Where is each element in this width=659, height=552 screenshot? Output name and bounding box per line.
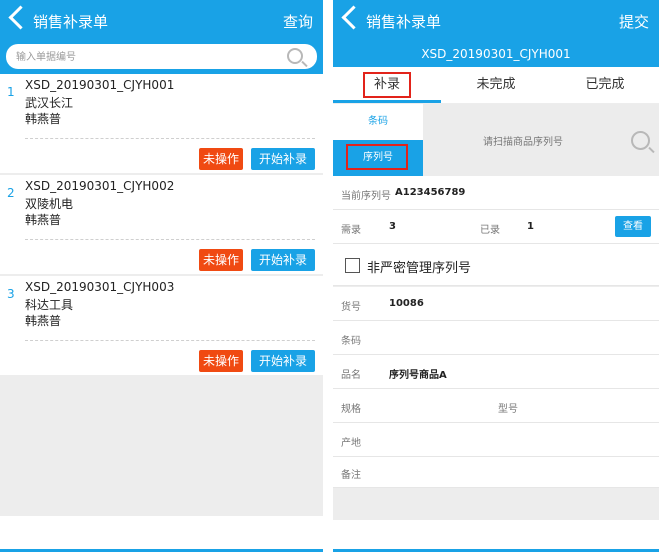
order-person: 韩燕普	[25, 314, 62, 328]
done-label: 已录	[480, 225, 500, 236]
current-serial-row: 当前序列号 A123456789	[333, 176, 659, 210]
huohao-value: 10086	[389, 298, 424, 309]
back-arrow-icon[interactable]	[341, 5, 366, 30]
need-value: 3	[389, 221, 396, 232]
done-value: 1	[527, 221, 534, 232]
order-index: 3	[7, 287, 15, 301]
bottom-area	[0, 516, 323, 552]
search-icon[interactable]	[631, 131, 650, 150]
submit-button[interactable]: 提交	[619, 11, 649, 32]
search-bar	[0, 41, 323, 74]
order-company: 武汉长江	[25, 96, 74, 110]
view-button[interactable]: 查看	[615, 216, 651, 237]
field-row: 备注	[333, 457, 659, 488]
entry-detail-screen: 销售补录单 提交 XSD_20190301_CJYH001 补录 未完成 已完成…	[333, 0, 659, 552]
tab-complete[interactable]: 已完成	[551, 67, 659, 103]
scan-mode-switch: 条码 序列号	[333, 104, 423, 176]
order-list-screen: 销售补录单 查询 1 XSD_20190301_CJYH001 武汉长江 韩燕普…	[0, 0, 323, 552]
order-card[interactable]: 3 XSD_20190301_CJYH003 科达工具 韩燕普 未操作 开始补录	[0, 276, 323, 375]
mode-barcode[interactable]: 条码	[333, 104, 423, 140]
page-title: 销售补录单	[366, 13, 442, 31]
current-serial-value: A123456789	[395, 187, 466, 198]
status-badge: 未操作	[199, 249, 243, 271]
order-person: 韩燕普	[25, 112, 62, 126]
active-tab-indicator	[333, 100, 441, 103]
bottom-area	[333, 520, 659, 552]
start-entry-button[interactable]: 开始补录	[251, 148, 315, 170]
xinghao-label: 型号	[498, 404, 518, 415]
highlight-box	[346, 144, 408, 170]
top-bar: 销售补录单 提交	[333, 0, 659, 41]
barcode-label: 条码	[341, 336, 361, 347]
status-badge: 未操作	[199, 350, 243, 372]
scan-hint: 请扫描商品序列号	[483, 137, 563, 148]
nonsecret-checkbox[interactable]	[345, 258, 360, 273]
nonsecret-row[interactable]: 非严密管理序列号	[333, 244, 659, 286]
start-entry-button[interactable]: 开始补录	[251, 350, 315, 372]
beizhu-label: 备注	[341, 470, 361, 481]
order-code: XSD_20190301_CJYH001	[25, 78, 175, 92]
order-code: XSD_20190301_CJYH003	[25, 280, 175, 294]
order-number-input[interactable]	[14, 48, 268, 67]
guige-label: 规格	[341, 404, 361, 415]
start-entry-button[interactable]: 开始补录	[251, 249, 315, 271]
search-icon[interactable]	[287, 48, 303, 64]
order-card[interactable]: 1 XSD_20190301_CJYH001 武汉长江 韩燕普 未操作 开始补录	[0, 74, 323, 173]
divider	[25, 138, 315, 139]
top-bar: 销售补录单 查询	[0, 0, 323, 41]
order-index: 2	[7, 186, 15, 200]
huohao-label: 货号	[341, 302, 361, 313]
field-row: 货号 10086	[333, 287, 659, 321]
count-row: 需录 3 已录 1 查看	[333, 210, 659, 244]
order-person: 韩燕普	[25, 213, 62, 227]
field-row: 条码	[333, 321, 659, 355]
current-serial-label: 当前序列号	[341, 191, 391, 202]
order-company: 科达工具	[25, 298, 74, 312]
order-code-header: XSD_20190301_CJYH001	[333, 41, 659, 67]
order-index: 1	[7, 85, 15, 99]
nonsecret-label: 非严密管理序列号	[367, 261, 472, 276]
need-label: 需录	[341, 225, 361, 236]
query-button[interactable]: 查询	[283, 11, 313, 32]
status-badge: 未操作	[199, 148, 243, 170]
divider	[25, 340, 315, 341]
divider	[25, 239, 315, 240]
chandi-label: 产地	[341, 438, 361, 449]
scan-panel: 条码 序列号 请扫描商品序列号	[333, 104, 659, 176]
field-row: 产地	[333, 423, 659, 457]
order-code: XSD_20190301_CJYH002	[25, 179, 175, 193]
tab-bar: 补录 未完成 已完成	[333, 67, 659, 103]
search-box	[6, 44, 317, 69]
highlight-box	[363, 72, 411, 98]
page-title: 销售补录单	[33, 13, 109, 31]
field-row: 品名 序列号商品A	[333, 355, 659, 389]
order-card[interactable]: 2 XSD_20190301_CJYH002 双陵机电 韩燕普 未操作 开始补录	[0, 175, 323, 274]
pinming-value: 序列号商品A	[389, 370, 447, 381]
back-arrow-icon[interactable]	[8, 5, 33, 30]
tab-incomplete[interactable]: 未完成	[442, 67, 550, 103]
order-company: 双陵机电	[25, 197, 74, 211]
pinming-label: 品名	[341, 370, 361, 381]
field-row: 规格 型号	[333, 389, 659, 423]
